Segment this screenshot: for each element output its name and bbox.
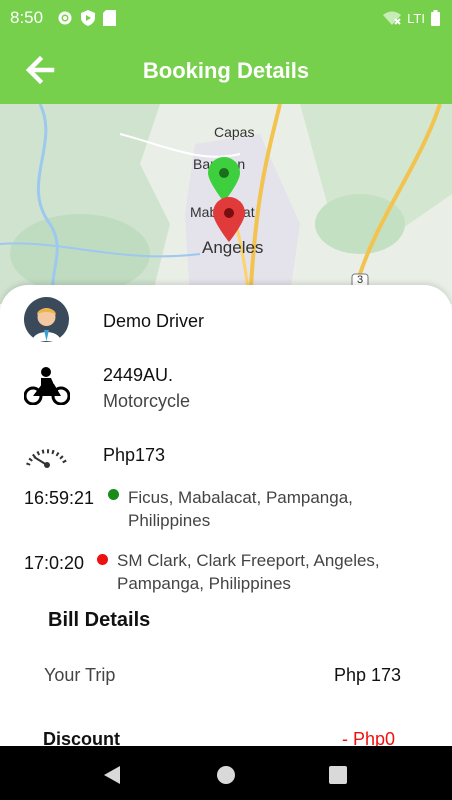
motorcycle-icon bbox=[24, 367, 70, 405]
speedometer-icon bbox=[26, 449, 68, 468]
nav-back-icon[interactable] bbox=[103, 766, 121, 784]
page-title: Booking Details bbox=[142, 58, 310, 83]
bill-details-heading: Bill Details bbox=[48, 609, 151, 631]
pickup-address-line2: Philippines bbox=[128, 511, 211, 530]
settings-icon bbox=[58, 11, 72, 25]
battery-icon bbox=[431, 10, 440, 26]
status-bar: 8:50 LTI bbox=[0, 0, 452, 36]
pickup-dot bbox=[108, 489, 119, 500]
system-nav-bar bbox=[0, 746, 452, 800]
your-trip-value: Php 173 bbox=[334, 665, 402, 685]
dropoff-address-line2: Pampanga, Philippines bbox=[117, 574, 291, 593]
shield-icon bbox=[81, 10, 96, 26]
pickup-address-line1: Ficus, Mabalacat, Pampanga, bbox=[128, 488, 353, 507]
your-trip-label: Your Trip bbox=[44, 665, 116, 685]
dropoff-time: 17:0:20 bbox=[24, 553, 85, 573]
booking-details-card: Demo Driver 2449AU. Motorcycle Php173 16… bbox=[0, 285, 452, 755]
pickup-time: 16:59:21 bbox=[24, 488, 95, 508]
sd-card-icon bbox=[103, 10, 117, 26]
dropoff-address-line1: SM Clark, Clark Freeport, Angeles, bbox=[117, 551, 380, 570]
map-label-capas: Capas bbox=[214, 124, 255, 140]
route-map[interactable]: Capas Bamban Mabalacat Angeles 3 bbox=[0, 104, 452, 304]
driver-avatar bbox=[24, 297, 69, 342]
vehicle-type: Motorcycle bbox=[103, 391, 191, 411]
status-time: 8:50 bbox=[10, 8, 44, 27]
dropoff-dot bbox=[97, 554, 108, 565]
nav-home-icon[interactable] bbox=[216, 765, 236, 785]
network-label: LTI bbox=[407, 10, 425, 26]
dropoff-pin-icon bbox=[213, 197, 245, 242]
nav-recents-icon[interactable] bbox=[329, 766, 347, 784]
wifi-icon bbox=[383, 11, 402, 25]
fare-amount: Php173 bbox=[103, 445, 166, 465]
vehicle-plate: 2449AU. bbox=[103, 365, 174, 385]
app-bar: Booking Details bbox=[0, 36, 452, 104]
driver-name: Demo Driver bbox=[103, 311, 205, 331]
